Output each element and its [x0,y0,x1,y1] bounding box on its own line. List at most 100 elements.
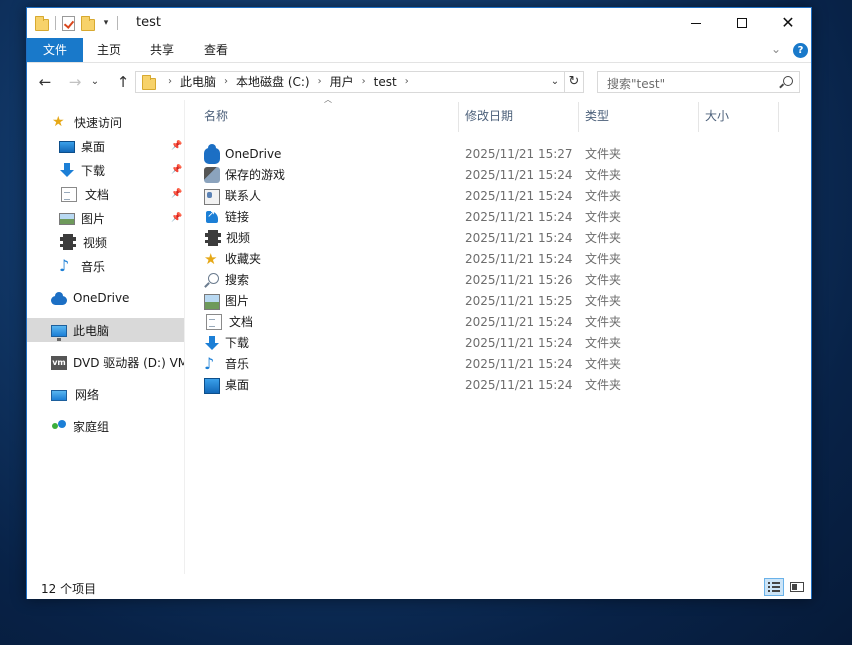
breadcrumb-local-disk[interactable]: 本地磁盘 (C:) [236,72,310,92]
homegroup-icon [51,418,67,434]
help-icon[interactable]: ? [793,43,808,58]
table-row[interactable]: 链接 2025/11/21 15:24 文件夹 [187,206,811,227]
breadcrumb-chevron-icon[interactable]: › [318,72,322,92]
breadcrumb-chevron-icon[interactable]: › [168,72,172,92]
pin-icon: 📌 [171,141,183,151]
navigation-bar: ← → ⌄ ↑ › 此电脑 › 本地磁盘 (C:) › 用户 › test › … [27,64,811,100]
file-type: 文件夹 [585,252,622,266]
forward-button[interactable]: → [65,72,85,92]
breadcrumb-users[interactable]: 用户 [330,72,354,92]
column-header-name[interactable]: 名称 [204,100,454,132]
column-header-size[interactable]: 大小 [705,100,775,132]
customize-toolbar-dropdown-icon[interactable]: ▾ [101,18,111,28]
sidebar-item-dvd-drive[interactable]: vm DVD 驱动器 (D:) VM [27,350,184,374]
sidebar-item-label: 此电脑 [73,323,110,338]
breadcrumb-chevron-icon[interactable]: › [405,72,409,92]
sidebar-item-label: 下载 [81,163,106,178]
expand-ribbon-icon[interactable]: ⌄ [771,42,781,56]
file-name: 链接 [225,210,250,224]
table-row[interactable]: 桌面 2025/11/21 15:24 文件夹 [187,374,811,395]
pictures-icon [59,213,75,225]
ribbon-tabs: 文件 主页 共享 查看 ⌄ ? [27,38,811,63]
sidebar-item-music[interactable]: ♪ 音乐 [27,254,184,278]
sidebar-item-network[interactable]: 网络 [27,382,184,406]
file-type: 文件夹 [585,378,622,392]
address-folder-icon [142,75,156,90]
file-type: 文件夹 [585,210,622,224]
downloads-icon [59,162,75,178]
column-header-type[interactable]: 类型 [585,100,695,132]
music-icon: ♪ [59,256,70,275]
tab-share[interactable]: 共享 [139,38,185,62]
favorites-icon: ★ [204,249,218,268]
table-row[interactable]: 文档 2025/11/21 15:24 文件夹 [187,311,811,332]
sidebar-item-homegroup[interactable]: 家庭组 [27,414,184,438]
sidebar-item-videos[interactable]: 视频 [27,230,184,254]
column-divider[interactable] [778,102,779,132]
sidebar-item-documents[interactable]: 文档 📌 [27,182,184,206]
sidebar-item-downloads[interactable]: 下载 📌 [27,158,184,182]
large-icons-view-button[interactable] [787,578,807,596]
sidebar-item-quick-access[interactable]: ★ 快速访问 [27,110,184,134]
details-view-icon [768,582,780,592]
column-divider[interactable] [458,102,459,132]
up-button[interactable]: ↑ [113,72,133,92]
breadcrumb-chevron-icon[interactable]: › [224,72,228,92]
file-type: 文件夹 [585,189,622,203]
new-folder-icon[interactable] [81,16,95,31]
file-type: 文件夹 [585,273,622,287]
table-row[interactable]: ★ 收藏夹 2025/11/21 15:24 文件夹 [187,248,811,269]
file-date: 2025/11/21 15:24 [465,230,573,245]
pin-icon: 📌 [171,189,183,199]
search-input[interactable]: 搜索"test" [607,75,665,92]
sidebar-item-pictures[interactable]: 图片 📌 [27,206,184,230]
search-icon [783,76,793,86]
breadcrumb-test[interactable]: test [374,72,397,92]
details-view-button[interactable] [764,578,784,596]
breadcrumb: › 此电脑 › 本地磁盘 (C:) › 用户 › test › [160,72,417,92]
table-row[interactable]: ♪ 音乐 2025/11/21 15:24 文件夹 [187,353,811,374]
table-row[interactable]: 视频 2025/11/21 15:24 文件夹 [187,227,811,248]
onedrive-icon [51,291,67,305]
minimize-button[interactable] [673,8,719,38]
breadcrumb-this-pc[interactable]: 此电脑 [180,72,216,92]
quick-access-toolbar: ▾ [35,14,118,32]
links-icon [204,209,220,225]
properties-icon[interactable] [62,15,75,31]
close-icon: ✕ [781,13,795,32]
sidebar-item-onedrive[interactable]: OneDrive [27,286,184,310]
large-icons-view-icon [790,582,804,592]
window-folder-icon [35,16,49,31]
maximize-button[interactable] [719,8,765,38]
breadcrumb-chevron-icon[interactable]: › [362,72,366,92]
column-divider[interactable] [578,102,579,132]
table-row[interactable]: 联系人 2025/11/21 15:24 文件夹 [187,185,811,206]
table-row[interactable]: 下载 2025/11/21 15:24 文件夹 [187,332,811,353]
column-divider[interactable] [698,102,699,132]
close-button[interactable]: ✕ [765,8,811,38]
sidebar-item-label: 桌面 [81,139,106,154]
table-row[interactable]: 图片 2025/11/21 15:25 文件夹 [187,290,811,311]
column-header-date[interactable]: 修改日期 [465,100,575,132]
address-history-chevron-down-icon[interactable]: ⌄ [547,72,563,92]
file-date: 2025/11/21 15:24 [465,356,573,371]
file-name: 保存的游戏 [225,168,286,182]
file-type: 文件夹 [585,294,622,308]
tab-view[interactable]: 查看 [193,38,239,62]
refresh-icon[interactable]: ↻ [564,72,583,92]
sidebar-item-desktop[interactable]: 桌面 📌 [27,134,184,158]
table-row[interactable]: 保存的游戏 2025/11/21 15:24 文件夹 [187,164,811,185]
table-row[interactable]: OneDrive 2025/11/21 15:27 文件夹 [187,143,811,164]
recent-locations-chevron-down-icon[interactable]: ⌄ [89,72,101,92]
tab-file[interactable]: 文件 [27,38,83,62]
sidebar-item-this-pc[interactable]: 此电脑 [27,318,184,342]
back-button[interactable]: ← [35,72,55,92]
table-row[interactable]: 搜索 2025/11/21 15:26 文件夹 [187,269,811,290]
search-box[interactable]: 搜索"test" [597,71,800,93]
address-bar[interactable]: › 此电脑 › 本地磁盘 (C:) › 用户 › test › ⌄ ↻ [135,71,584,93]
sidebar-item-label: 文档 [85,187,110,202]
file-date: 2025/11/21 15:26 [465,272,573,287]
tab-home[interactable]: 主页 [85,38,133,62]
sidebar-item-label: OneDrive [73,291,130,305]
file-date: 2025/11/21 15:27 [465,146,573,161]
